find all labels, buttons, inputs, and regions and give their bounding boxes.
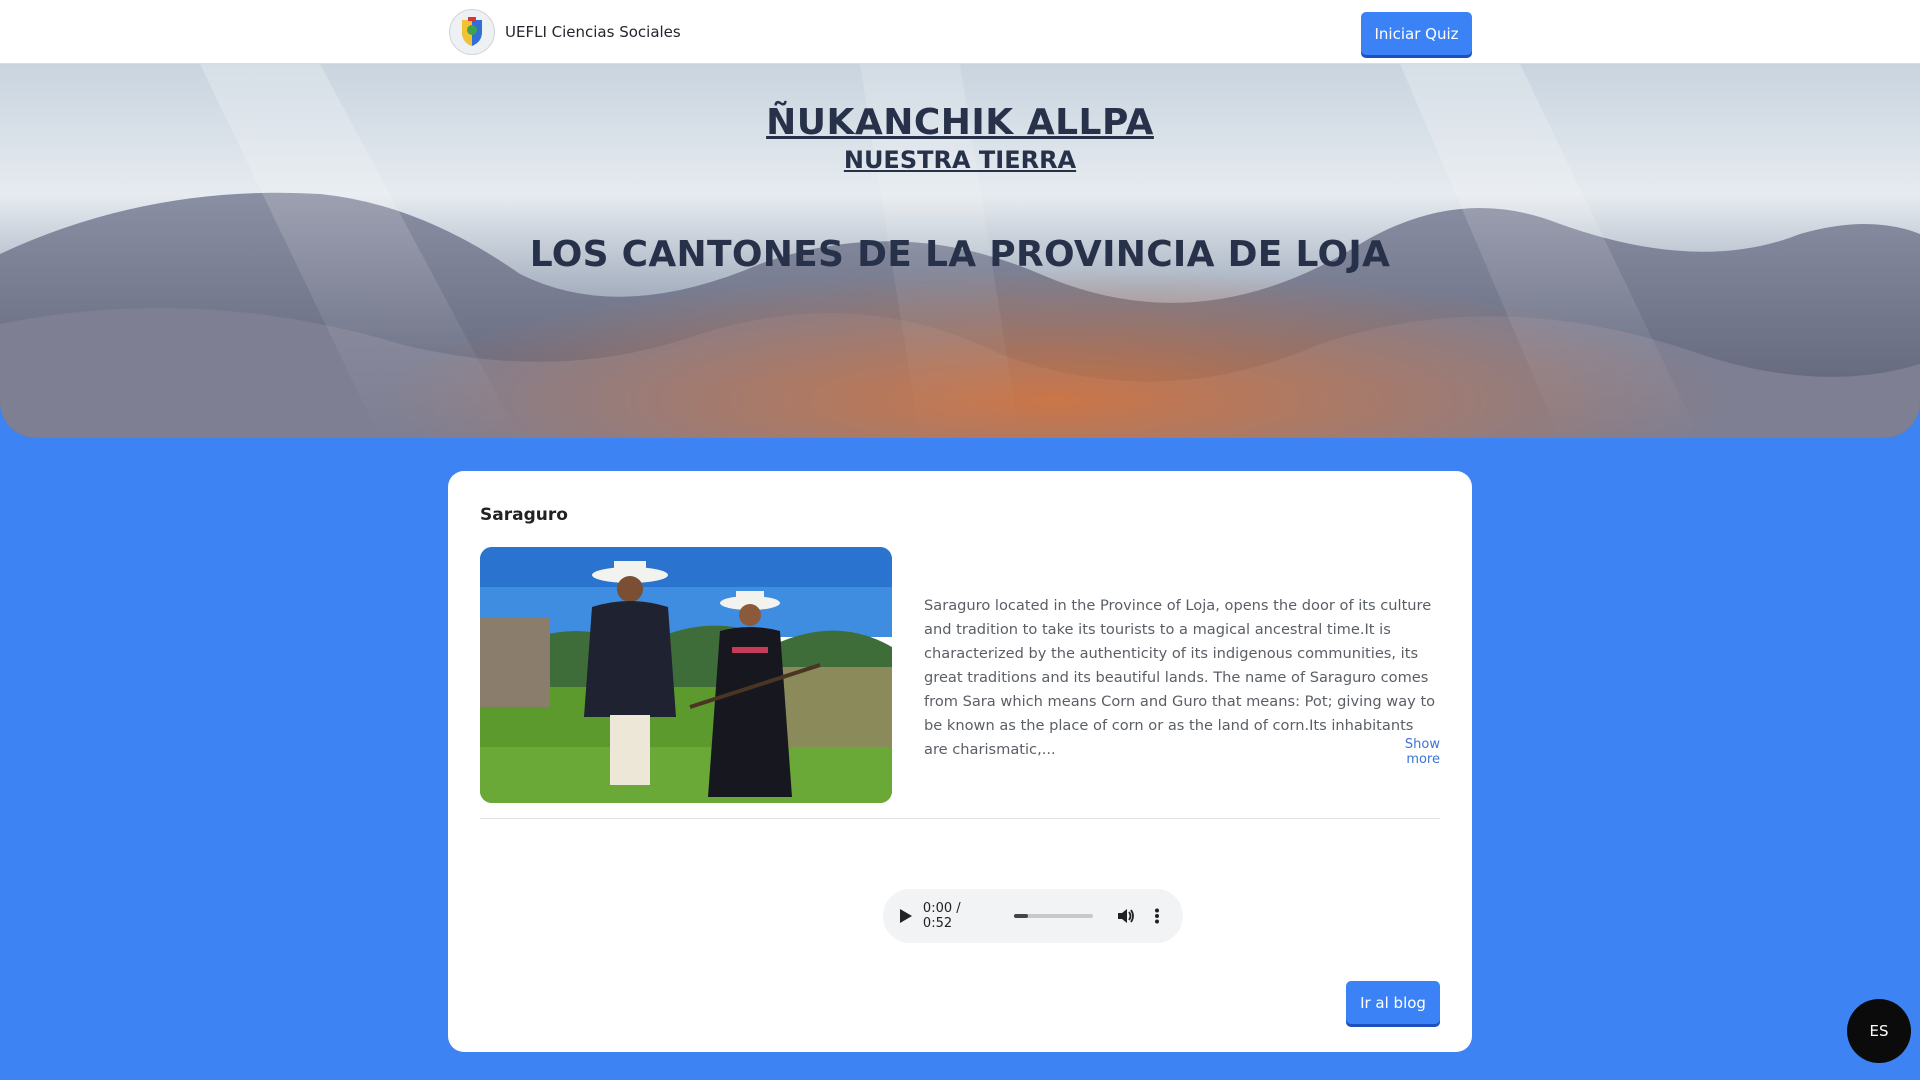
saraguro-people-photo <box>480 547 892 803</box>
top-navbar: UEFLI Ciencias Sociales Iniciar Quiz <box>0 0 1920 64</box>
more-vertical-icon[interactable] <box>1147 906 1167 926</box>
page-heading: LOS CANTONES DE LA PROVINCIA DE LOJA <box>529 234 1391 275</box>
language-button[interactable]: ES <box>1847 999 1911 1063</box>
divider <box>480 818 1440 819</box>
hero-title: ÑUKANCHIK ALLPA <box>766 102 1154 143</box>
hero-banner: ÑUKANCHIK ALLPA NUESTRA TIERRA LOS CANTO… <box>0 64 1920 438</box>
volume-icon[interactable] <box>1117 906 1137 926</box>
hero-subtitle: NUESTRA TIERRA <box>843 146 1077 174</box>
canton-card: Saraguro Saraguro located in the Provinc <box>448 471 1472 1052</box>
audio-progress <box>1013 914 1028 918</box>
card-title: Saraguro <box>480 505 568 525</box>
school-crest-icon <box>449 9 495 55</box>
canton-description: Saraguro located in the Province of Loja… <box>924 597 1436 758</box>
brand-name: UEFLI Ciencias Sociales <box>505 23 681 41</box>
audio-timeline[interactable] <box>1013 914 1094 918</box>
go-to-blog-button[interactable]: Ir al blog <box>1346 981 1440 1024</box>
audio-player[interactable]: 0:00 / 0:52 <box>883 889 1183 943</box>
brand[interactable]: UEFLI Ciencias Sociales <box>449 9 681 55</box>
show-more-link[interactable]: Show more <box>1368 737 1440 767</box>
start-quiz-button[interactable]: Iniciar Quiz <box>1361 12 1472 55</box>
audio-time: 0:00 / 0:52 <box>922 901 961 931</box>
play-icon[interactable] <box>899 909 913 923</box>
